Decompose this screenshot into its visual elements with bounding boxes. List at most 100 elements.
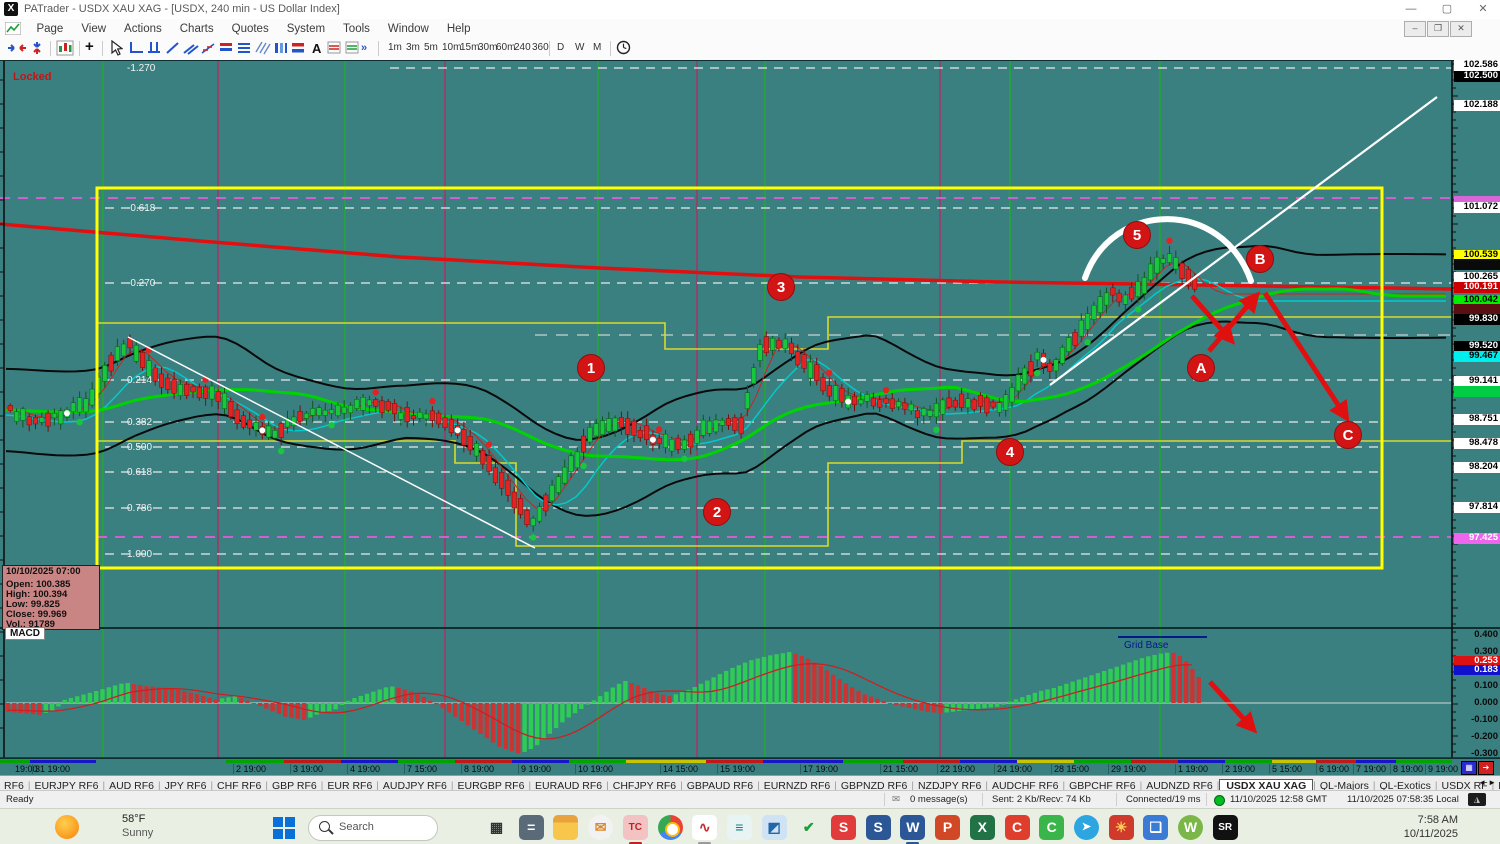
mail-status-icon: ✉: [892, 794, 900, 805]
svg-text:C: C: [1343, 427, 1354, 444]
price-label-102.500: 102.500: [1454, 70, 1500, 82]
status-local-time: 11/10/2025 07:58:35 Local: [1347, 794, 1459, 805]
search-placeholder: Search: [339, 821, 374, 833]
time-label: 9 19:00: [1425, 763, 1458, 774]
time-label: 15 19:00: [717, 763, 755, 774]
mail-icon[interactable]: ✉: [588, 815, 614, 840]
locked-badge: Locked: [13, 71, 52, 83]
time-label: 29 19:00: [1108, 763, 1146, 774]
wave-label-1[interactable]: 1: [577, 354, 605, 382]
wave-label-3[interactable]: 3: [767, 273, 795, 301]
price-label-101.072: 101.072: [1454, 201, 1500, 213]
time-label: 4 19:00: [347, 763, 380, 774]
time-label: 7 15:00: [404, 763, 437, 774]
time-label: 24 19:00: [994, 763, 1032, 774]
connection-status-dot: [1214, 795, 1225, 806]
svg-text:5: 5: [1133, 227, 1141, 244]
checkmark-app-icon[interactable]: ✔: [796, 815, 821, 840]
macd-axis--0.300: -0.300: [1471, 748, 1498, 759]
fib-label-0.214: 0.214: [127, 375, 153, 386]
symbol-tabs-bar: RF6 | EURJPY RF6 | AUD RF6 | JPY RF6 | CHF RF6 | G…: [0, 775, 1500, 791]
chrome-icon[interactable]: [657, 815, 683, 840]
time-axis: 19:00 31 19:00 2 19:00 3 19:00 4 19:00 7 15:0…: [0, 758, 1500, 776]
blue-s-app-icon[interactable]: S: [865, 815, 891, 840]
fib-label--1.270: -1.270: [127, 63, 156, 74]
fib-label-1.000: 1.000: [127, 549, 153, 560]
time-label: 10 19:00: [575, 763, 613, 774]
price-label: [1454, 259, 1500, 270]
sun-red-app-icon[interactable]: ☀: [1108, 815, 1134, 840]
taskbar-clock[interactable]: 7:58 AM 10/11/2025: [1404, 813, 1458, 841]
weather-temp[interactable]: 58°F: [122, 813, 145, 825]
svg-text:A: A: [1196, 360, 1207, 377]
webroot-icon[interactable]: W: [1178, 815, 1203, 840]
wave-label-A[interactable]: A: [1187, 354, 1215, 382]
fib-label--0.618: -0.618: [127, 203, 156, 214]
fib-label-0.618: 0.618: [127, 467, 153, 478]
time-label: 21 15:00: [880, 763, 918, 774]
fib-label--0.270: -0.270: [127, 278, 156, 289]
notepad-icon[interactable]: ≡: [726, 815, 752, 840]
start-button[interactable]: [272, 816, 296, 840]
price-label-97.814: 97.814: [1454, 501, 1500, 513]
macd-value-badge: 0.183: [1454, 665, 1500, 675]
price-label-99.141: 99.141: [1454, 375, 1500, 387]
status-alert-icon[interactable]: ◮: [1468, 793, 1486, 806]
wave-label-C[interactable]: C: [1334, 421, 1362, 449]
price-label-98.478: 98.478: [1454, 437, 1500, 449]
powerpoint-icon[interactable]: P: [935, 815, 961, 840]
macd-indicator-tag[interactable]: MACD: [5, 627, 45, 640]
time-label: 2 19:00: [233, 763, 266, 774]
red-c-app-icon[interactable]: C: [1004, 815, 1030, 840]
wave-label-2[interactable]: 2: [703, 498, 731, 526]
clock-date: 10/11/2025: [1403, 828, 1458, 840]
time-label: 5 15:00: [1269, 763, 1302, 774]
time-label: 31 19:00: [32, 763, 70, 774]
photos-icon[interactable]: ◩: [761, 815, 787, 840]
weather-condition[interactable]: Sunny: [122, 827, 153, 839]
windows-taskbar: 58°F Sunny Search ▦ = ✉ TC ∿ ≡ ◩ ✔ S S W P X C C ➤ ☀ ❑ W SR…: [0, 808, 1500, 844]
task-view-icon[interactable]: ▦: [484, 815, 509, 840]
file-explorer-icon[interactable]: [553, 815, 579, 840]
wave-label-5[interactable]: 5: [1123, 221, 1151, 249]
time-label: 22 19:00: [937, 763, 975, 774]
page-right-icon[interactable]: ➔: [1478, 761, 1494, 775]
status-messages[interactable]: 0 message(s): [910, 794, 968, 805]
word-icon[interactable]: W: [900, 815, 926, 844]
wave-label-4[interactable]: 4: [996, 438, 1024, 466]
wave-label-B[interactable]: B: [1246, 245, 1274, 273]
price-label-99.467: 99.467: [1454, 350, 1500, 362]
telegram-icon[interactable]: ➤: [1073, 815, 1099, 840]
svg-text:3: 3: [777, 279, 785, 296]
info-box-lines: Open: 100.385 High: 100.394 Low: 99.825 Clo…: [6, 580, 99, 630]
smr-app-icon[interactable]: SR: [1212, 815, 1238, 840]
svg-text:2: 2: [713, 504, 721, 521]
macd-axis-0.000: 0.000: [1474, 697, 1498, 708]
briefcase-app-icon[interactable]: ❑: [1143, 815, 1169, 840]
tabs-scroll-left[interactable]: ◄: [1478, 778, 1486, 787]
time-label: 3 19:00: [290, 763, 323, 774]
time-label: 14 15:00: [660, 763, 698, 774]
time-label: 2 19:00: [1222, 763, 1255, 774]
status-bar: Ready ✉ 0 message(s) Sent: 2 Kb/Recv: 74…: [0, 790, 1500, 809]
fib-label-0.500: 0.500: [127, 442, 153, 453]
info-box-date: 10/10/2025 07:00: [6, 566, 81, 577]
red-s-app-icon[interactable]: S: [831, 815, 856, 840]
stocks-chart-icon[interactable]: ∿: [692, 815, 718, 844]
tc-trading-icon[interactable]: TC: [622, 815, 648, 844]
weather-icon[interactable]: [55, 815, 79, 839]
green-c-app-icon[interactable]: C: [1039, 815, 1065, 840]
price-label: [1454, 386, 1500, 397]
calculator-icon[interactable]: =: [518, 815, 544, 840]
page-left-icon[interactable]: ▦: [1461, 761, 1477, 775]
tabs-scroll-right[interactable]: ►: [1488, 778, 1496, 787]
time-label: 8 19:00: [461, 763, 494, 774]
search-input[interactable]: Search: [308, 815, 438, 841]
status-gmt-time: 11/10/2025 12:58 GMT: [1230, 794, 1327, 805]
macd-axis--0.100: -0.100: [1471, 714, 1498, 725]
price-chart-canvas[interactable]: 1 2 3 4 5 A B C: [0, 0, 1500, 844]
time-label: 28 15:00: [1051, 763, 1089, 774]
macd-axis--0.200: -0.200: [1471, 731, 1498, 742]
excel-icon[interactable]: X: [969, 815, 995, 840]
time-label: 7 19:00: [1353, 763, 1386, 774]
